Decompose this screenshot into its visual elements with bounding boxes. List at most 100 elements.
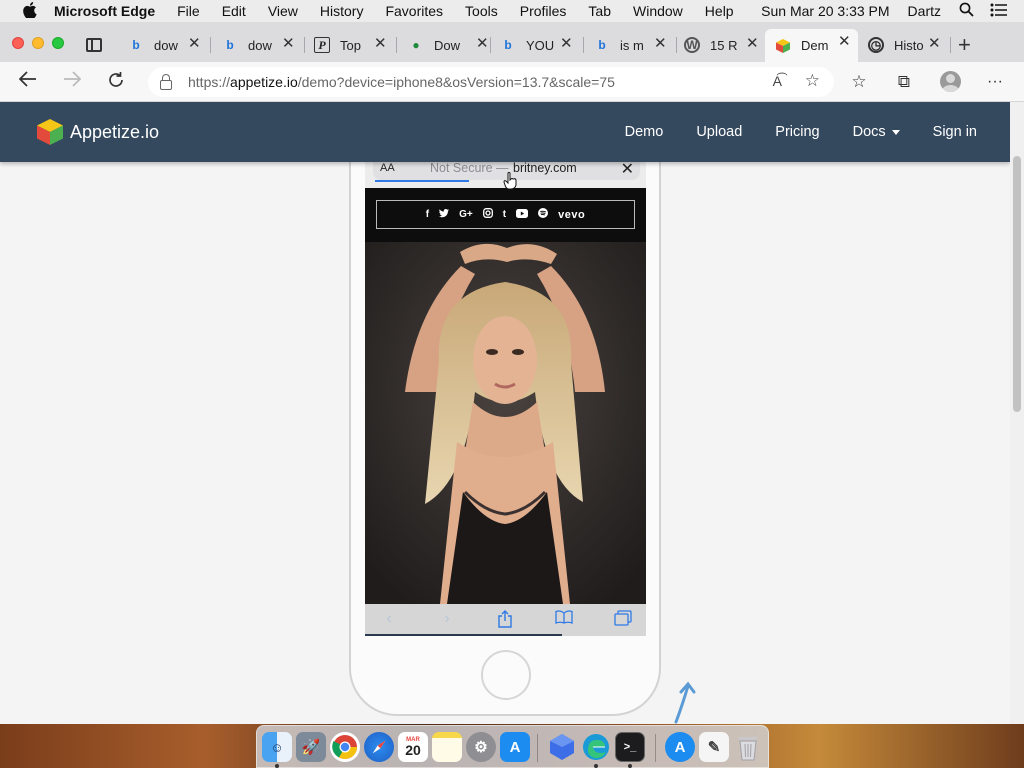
tab-7[interactable]: W 15 R ✕ (684, 31, 758, 59)
url-prefix: https:// (188, 74, 231, 90)
tab-3[interactable]: P Top ✕ (314, 31, 386, 59)
stop-loading-icon[interactable]: ✕ (621, 159, 634, 179)
refresh-icon[interactable] (104, 71, 128, 93)
app-menu-microsoft-edge[interactable]: Microsoft Edge (54, 3, 155, 19)
close-tab-icon[interactable]: ✕ (746, 36, 758, 51)
menubar-user[interactable]: Dartz (908, 3, 941, 19)
menu-profiles[interactable]: Profiles (520, 3, 567, 19)
menu-edit[interactable]: Edit (222, 3, 246, 19)
nav-demo-link[interactable]: Demo (625, 124, 664, 140)
menu-help[interactable]: Help (705, 3, 734, 19)
spotify-icon[interactable] (538, 208, 549, 221)
nav-pricing-link[interactable]: Pricing (775, 124, 819, 140)
home-button[interactable] (481, 650, 531, 700)
app-store-icon[interactable]: A (500, 732, 530, 762)
nav-sign-in-link[interactable]: Sign in (933, 124, 977, 140)
tab-1[interactable]: b dow ✕ (128, 31, 200, 59)
leaf-site-icon: ● (412, 38, 420, 52)
menu-file[interactable]: File (177, 3, 200, 19)
profile-avatar[interactable] (940, 71, 961, 92)
forward-arrow-icon[interactable] (60, 71, 84, 93)
menu-tab[interactable]: Tab (588, 3, 611, 19)
google-plus-icon[interactable]: G+ (459, 209, 473, 220)
safari-share-icon[interactable] (495, 610, 515, 630)
notes-icon[interactable] (432, 732, 462, 762)
control-center-icon[interactable] (990, 3, 1008, 20)
safari-back-icon[interactable]: ‹ (379, 610, 399, 630)
launchpad-icon[interactable]: 🚀 (296, 732, 326, 762)
site-domain: britney.com (513, 161, 577, 175)
favorites-icon[interactable]: ☆ (848, 71, 870, 93)
page-scrollbar[interactable] (1010, 102, 1024, 724)
running-indicator (275, 764, 279, 768)
menu-favorites[interactable]: Favorites (385, 3, 443, 19)
instagram-icon[interactable] (482, 208, 493, 221)
collections-icon[interactable]: ⧉ (893, 71, 915, 93)
close-tab-icon[interactable]: ✕ (188, 36, 200, 51)
url-path: /demo?device=iphone8&osVersion=13.7&scal… (297, 74, 615, 90)
tumblr-icon[interactable]: t (503, 209, 506, 220)
bing-icon: b (598, 38, 606, 52)
menu-history[interactable]: History (320, 3, 364, 19)
calendar-icon[interactable]: MAR 20 (398, 732, 428, 762)
facebook-icon[interactable]: f (426, 209, 429, 220)
more-menu-icon[interactable]: ··· (984, 71, 1006, 93)
site-logo[interactable]: Appetize.io (36, 118, 159, 146)
tab-8-active[interactable]: Dem ✕ (765, 29, 858, 62)
close-tab-icon[interactable]: ✕ (654, 36, 666, 51)
system-preferences-gear-icon[interactable]: ⚙ (466, 732, 496, 762)
chrome-icon[interactable] (330, 732, 360, 762)
menu-tools[interactable]: Tools (465, 3, 498, 19)
add-favorite-star-icon[interactable]: ☆ (805, 71, 820, 91)
back-arrow-icon[interactable] (16, 71, 40, 93)
device-screen[interactable]: f G+ t vevo ‹ › (365, 158, 646, 636)
social-links-bar: f G+ t vevo (365, 188, 646, 242)
menu-window[interactable]: Window (633, 3, 683, 19)
scrollbar-thumb[interactable] (1013, 156, 1021, 412)
trash-icon[interactable] (733, 732, 763, 762)
youtube-icon[interactable] (516, 208, 529, 221)
close-tab-icon[interactable]: ✕ (374, 36, 386, 51)
window-minimize-button[interactable] (32, 37, 44, 49)
terminal-icon[interactable]: >_ (615, 732, 645, 762)
tab-9[interactable]: ◷ Histo ✕ (868, 31, 940, 59)
twitter-icon[interactable] (439, 208, 450, 221)
menu-view[interactable]: View (268, 3, 298, 19)
window-close-button[interactable] (12, 37, 24, 49)
finder-icon[interactable]: ☺ (262, 732, 292, 762)
textedit-icon[interactable]: ✎ (699, 732, 729, 762)
safari-forward-icon[interactable]: › (437, 610, 457, 630)
close-tab-icon[interactable]: ✕ (282, 36, 294, 51)
tab-5[interactable]: b YOU ✕ (500, 31, 572, 59)
vevo-logo[interactable]: vevo (558, 209, 585, 221)
window-zoom-button[interactable] (52, 37, 64, 49)
menubar-clock[interactable]: Sun Mar 20 3:33 PM (761, 3, 889, 19)
tab-6[interactable]: b is m ✕ (594, 31, 666, 59)
close-tab-icon[interactable]: ✕ (560, 36, 572, 51)
close-tab-icon[interactable]: ✕ (476, 36, 488, 51)
history-icon: ◷ (868, 37, 884, 53)
address-bar[interactable]: https://appetize.io/demo?device=iphone8&… (148, 67, 834, 97)
close-tab-icon[interactable]: ✕ (838, 34, 851, 49)
safari-icon[interactable] (364, 732, 394, 762)
app-store-utility-icon[interactable]: A (665, 732, 695, 762)
lock-icon[interactable] (160, 74, 172, 90)
vertical-tabs-icon[interactable] (86, 38, 102, 52)
apple-menu-icon[interactable] (20, 1, 40, 21)
safari-tabs-icon[interactable] (613, 610, 633, 630)
tab-2[interactable]: b dow ✕ (222, 31, 294, 59)
nav-upload-link[interactable]: Upload (696, 124, 742, 140)
appetize-icon (775, 38, 791, 54)
close-tab-icon[interactable]: ✕ (928, 36, 940, 51)
spotlight-search-icon[interactable] (959, 2, 974, 20)
tab-4[interactable]: ● Dow ✕ (408, 31, 488, 59)
nav-docs-dropdown[interactable]: Docs (853, 124, 900, 140)
safari-bookmarks-icon[interactable] (554, 610, 574, 630)
new-tab-plus-icon[interactable]: + (958, 34, 971, 56)
tab-divider (304, 37, 305, 53)
read-aloud-icon[interactable]: A͡ (773, 73, 782, 89)
xcode-instruments-icon[interactable] (547, 732, 577, 762)
tab-divider (396, 37, 397, 53)
text-size-button[interactable]: AA (380, 162, 395, 174)
microsoft-edge-icon[interactable] (581, 732, 611, 762)
